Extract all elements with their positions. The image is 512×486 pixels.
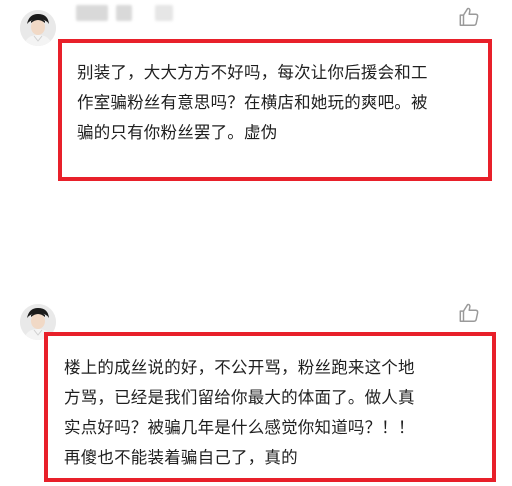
like-button[interactable] [458, 6, 480, 28]
username-blurred [76, 5, 108, 21]
comment-text: 别装了，大大方方不好吗，每次让你后援会和工 作室骗粉丝有意思吗？在横店和她玩的爽… [77, 63, 428, 142]
avatar[interactable] [20, 10, 56, 46]
username-blurred [155, 5, 173, 21]
avatar-icon [20, 10, 56, 46]
comment-item-1: 别装了，大大方方不好吗，每次让你后援会和工 作室骗粉丝有意思吗？在横店和她玩的爽… [0, 0, 512, 200]
comment-item-2: 楼上的成丝说的好，不公开骂，粉丝跑来这个地 方骂，已经是我们留给你最大的体面了。… [0, 290, 512, 486]
username-blurred [116, 5, 132, 21]
thumbs-up-icon [459, 7, 479, 26]
comment-text: 楼上的成丝说的好，不公开骂，粉丝跑来这个地 方骂，已经是我们留给你最大的体面了。… [64, 358, 415, 467]
like-button[interactable] [458, 302, 480, 324]
thumbs-up-icon [459, 303, 479, 322]
